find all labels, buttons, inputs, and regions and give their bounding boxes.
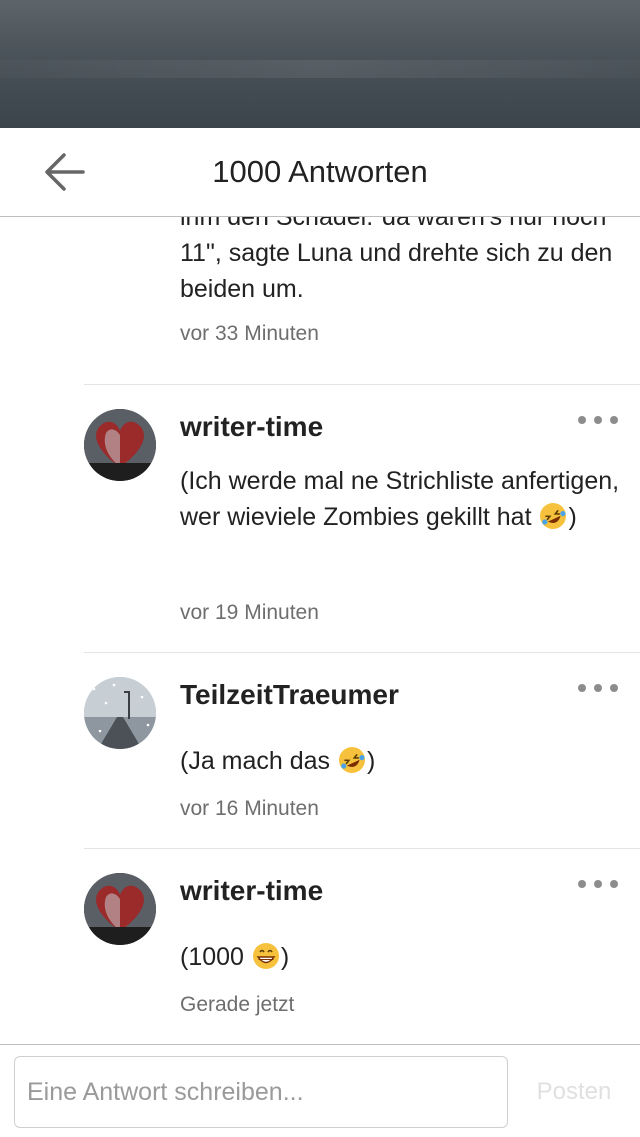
post-button[interactable]: Posten [520,1056,628,1128]
rolling-on-floor-laughing-icon [339,747,366,773]
comment-timestamp: vor 19 Minuten [180,601,319,624]
dot-icon [594,416,602,424]
comment-text-part: ) [280,943,290,971]
dot-icon [578,880,586,888]
comment-username[interactable]: writer-time [180,411,323,443]
heart-book-avatar-icon [84,409,156,481]
comment-item: writer-time (1000 ) Gerade jetzt [84,848,640,1044]
dot-icon [594,880,602,888]
grinning-face-icon [252,943,279,969]
comment-text-part: ) [568,503,577,531]
reply-bar: Posten [0,1044,640,1137]
dot-icon [578,416,586,424]
comment-timestamp: vor 33 Minuten [180,322,319,345]
rolling-on-floor-laughing-icon [540,503,567,529]
snowy-pier-avatar-icon [84,677,156,749]
comment-text: ihm den Schädel."da waren's nur noch 11"… [180,217,613,303]
dot-icon [578,684,586,692]
avatar[interactable] [84,873,156,945]
comment-item: writer-time (Ich werde mal ne Strichlist… [84,384,640,653]
more-options-button[interactable] [578,681,618,695]
more-options-button[interactable] [578,877,618,891]
dot-icon [610,880,618,888]
comment-username[interactable]: TeilzeitTraeumer [180,679,399,711]
comment-timestamp: vor 16 Minuten [180,797,319,820]
partial-comment: ihm den Schädel."da waren's nur noch 11"… [180,217,620,346]
page-title: 1000 Antworten [212,154,428,189]
header-bar: 1000 Antworten [0,128,640,217]
more-options-button[interactable] [578,413,618,427]
comment-item: TeilzeitTraeumer (Ja mach das ) vor 16 M… [84,652,640,849]
background-image-strip [0,0,640,128]
replies-sheet: 1000 Antworten ihm den Schädel."da waren… [0,128,640,1137]
dot-icon [610,416,618,424]
comment-text-part: (Ja mach das [180,747,338,775]
dot-icon [594,684,602,692]
comment-text-part: (1000 [180,943,251,971]
avatar[interactable] [84,409,156,481]
dot-icon [610,684,618,692]
heart-book-avatar-icon [84,873,156,945]
comment-text: (1000 ) [180,939,620,975]
reply-input[interactable] [14,1056,508,1128]
comment-list[interactable]: ihm den Schädel."da waren's nur noch 11"… [0,217,640,1044]
comment-text-part: ) [367,747,376,775]
comment-text: (Ich werde mal ne Strichliste anfertigen… [180,463,620,535]
comment-text: (Ja mach das ) [180,743,620,779]
avatar[interactable] [84,677,156,749]
comment-timestamp: Gerade jetzt [180,993,295,1016]
comment-username[interactable]: writer-time [180,875,323,907]
